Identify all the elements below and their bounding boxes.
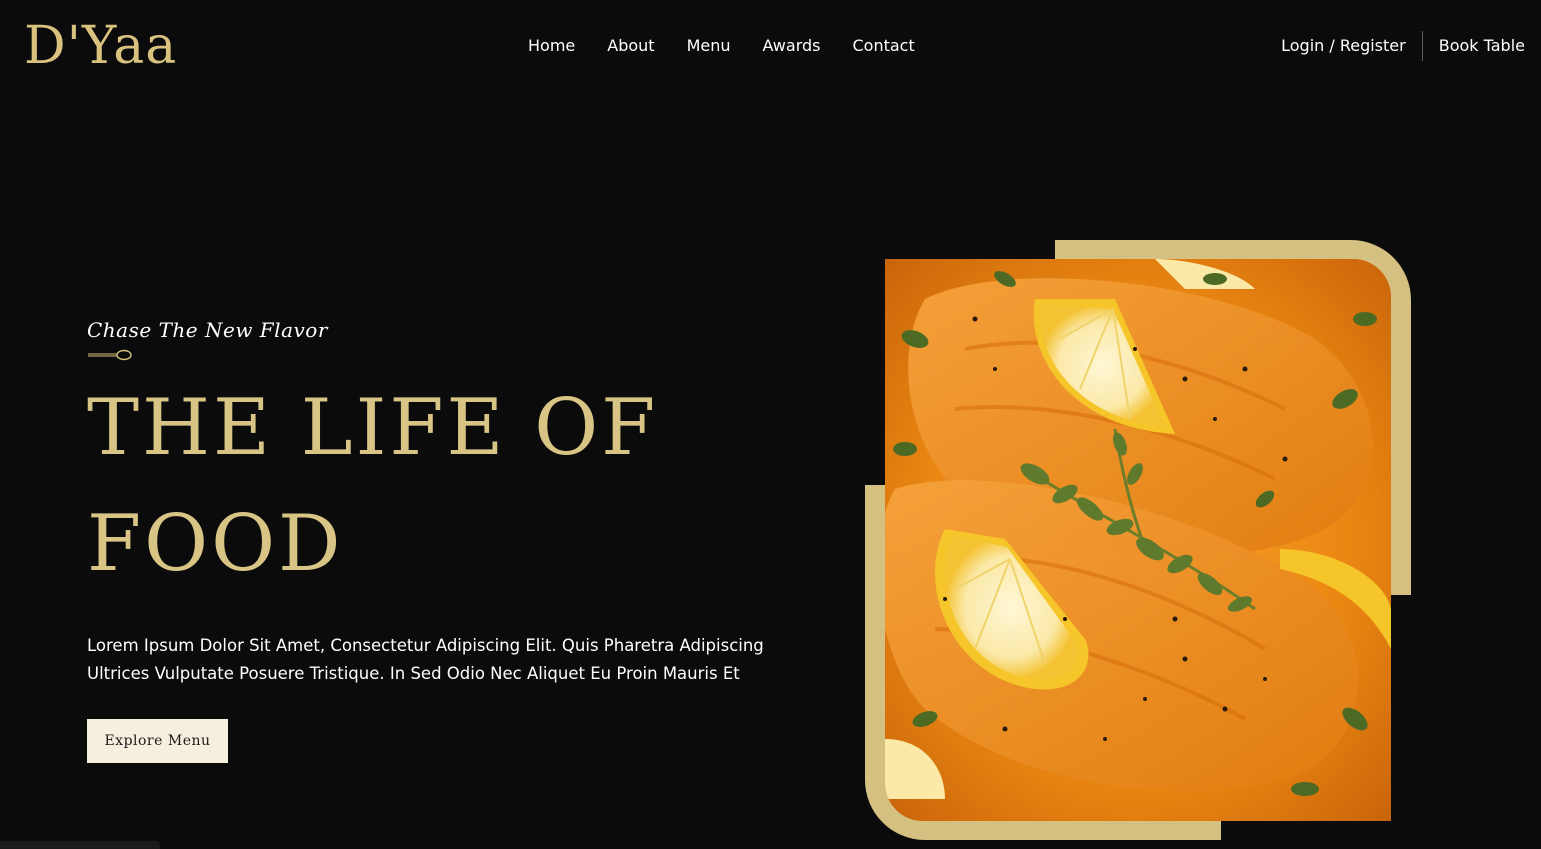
headline-line-2: FOOD <box>87 499 344 589</box>
hero-description: Lorem Ipsum Dolor Sit Amet, Consectetur … <box>87 632 787 688</box>
status-bar-fragment <box>0 841 160 849</box>
hero-food-image <box>885 259 1391 821</box>
explore-menu-button[interactable]: Explore Menu <box>87 719 228 763</box>
nav-menu[interactable]: Menu <box>687 35 731 57</box>
nav-home[interactable]: Home <box>528 35 575 57</box>
nav-about[interactable]: About <box>607 35 654 57</box>
login-register-link[interactable]: Login / Register <box>1281 35 1406 57</box>
nav-divider <box>1421 31 1423 61</box>
brand-logo[interactable]: D'Yaa <box>24 14 177 78</box>
description-line-1: Lorem Ipsum Dolor Sit Amet, Consectetur … <box>87 636 764 655</box>
book-table-link[interactable]: Book Table <box>1439 35 1525 57</box>
main-nav: Home About Menu Awards Contact <box>528 35 947 57</box>
hero-headline: THE LIFE OF FOOD <box>87 370 767 602</box>
account-nav: Login / Register Book Table <box>1281 31 1525 61</box>
hero-tagline: Chase The New Flavor <box>87 318 328 342</box>
spoon-icon <box>88 349 132 361</box>
nav-awards[interactable]: Awards <box>763 35 821 57</box>
headline-line-1: THE LIFE OF <box>87 383 659 473</box>
description-line-2: Ultrices Vulputate Posuere Tristique. In… <box>87 664 740 683</box>
nav-contact[interactable]: Contact <box>852 35 914 57</box>
